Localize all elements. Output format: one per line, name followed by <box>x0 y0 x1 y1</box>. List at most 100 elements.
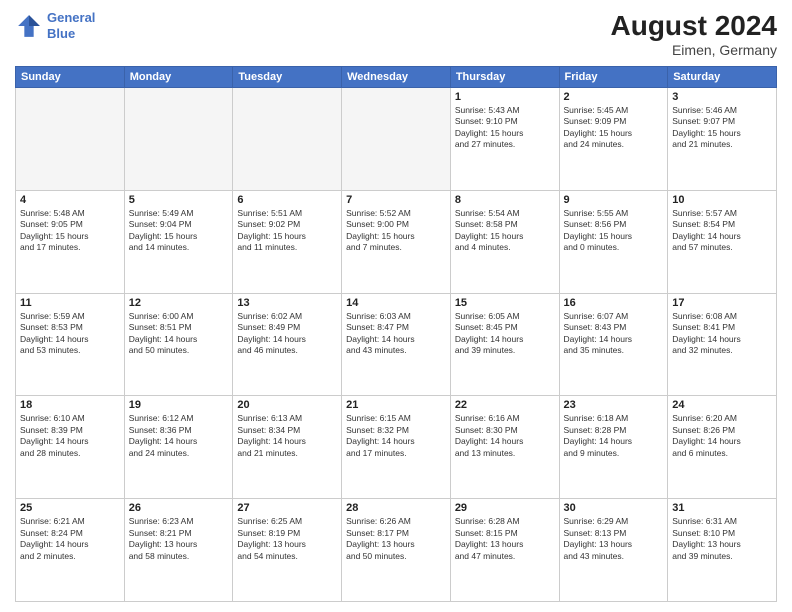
day-number: 16 <box>564 297 664 309</box>
calendar-subtitle: Eimen, Germany <box>611 42 778 58</box>
calendar-day: 12Sunrise: 6:00 AM Sunset: 8:51 PM Dayli… <box>124 293 233 396</box>
day-number: 21 <box>346 399 446 411</box>
day-info: Sunrise: 5:54 AM Sunset: 8:58 PM Dayligh… <box>455 208 555 254</box>
calendar-day: 28 Sunrise: 6:26 AM Sunset: 8:17 PM Dayli… <box>342 499 451 602</box>
day-number: 24 <box>672 399 772 411</box>
day-info: Sunrise: 6:13 AM Sunset: 8:34 PM Dayligh… <box>237 413 337 459</box>
calendar-day: 10 Sunrise: 5:57 AM Sunset: 8:54 PM Dayli… <box>668 190 777 293</box>
calendar-day: 5 Sunrise: 5:49 AM Sunset: 9:04 PM Daylig… <box>124 190 233 293</box>
day-info: Sunrise: 6:23 AM Sunset: 8:21 PM Dayligh… <box>129 516 229 562</box>
calendar-day: 27 Sunrise: 6:25 AM Sunset: 8:19 PM Dayli… <box>233 499 342 602</box>
day-number: 28 <box>346 502 446 514</box>
calendar-day: 15 Sunrise: 6:05 AM Sunset: 8:45 PM Dayli… <box>450 293 559 396</box>
calendar-day: 19 Sunrise: 6:12 AM Sunset: 8:36 PM Dayli… <box>124 396 233 499</box>
day-info: Sunrise: 6:15 AM Sunset: 8:32 PM Dayligh… <box>346 413 446 459</box>
calendar-day: 16 Sunrise: 6:07 AM Sunset: 8:43 PM Dayli… <box>559 293 668 396</box>
calendar-day: 3 Sunrise: 5:46 AM Sunset: 9:07 PM Daylig… <box>668 88 777 191</box>
day-number: 5 <box>129 194 229 206</box>
day-info: Sunrise: 6:21 AM Sunset: 8:24 PM Dayligh… <box>20 516 120 562</box>
day-number: 18 <box>20 399 120 411</box>
day-number: 10 <box>672 194 772 206</box>
calendar-week-4: 18 Sunrise: 6:10 AM Sunset: 8:39 PM Dayli… <box>16 396 777 499</box>
day-number: 22 <box>455 399 555 411</box>
col-sunday: Sunday <box>16 67 125 88</box>
day-number: 4 <box>20 194 120 206</box>
day-number: 30 <box>564 502 664 514</box>
col-saturday: Saturday <box>668 67 777 88</box>
calendar-day: 6Sunrise: 5:51 AM Sunset: 9:02 PM Daylig… <box>233 190 342 293</box>
day-info: Sunrise: 5:52 AM Sunset: 9:00 PM Dayligh… <box>346 208 446 254</box>
logo-text: General Blue <box>47 10 95 41</box>
calendar-day: 11 Sunrise: 5:59 AM Sunset: 8:53 PM Dayli… <box>16 293 125 396</box>
calendar-day: 22 Sunrise: 6:16 AM Sunset: 8:30 PM Dayli… <box>450 396 559 499</box>
day-info: Sunrise: 6:02 AM Sunset: 8:49 PM Dayligh… <box>237 311 337 357</box>
day-info: Sunrise: 6:12 AM Sunset: 8:36 PM Dayligh… <box>129 413 229 459</box>
day-info: Sunrise: 5:46 AM Sunset: 9:07 PM Dayligh… <box>672 105 772 151</box>
day-info: Sunrise: 5:57 AM Sunset: 8:54 PM Dayligh… <box>672 208 772 254</box>
day-info: Sunrise: 6:18 AM Sunset: 8:28 PM Dayligh… <box>564 413 664 459</box>
calendar-day: 24 Sunrise: 6:20 AM Sunset: 8:26 PM Dayli… <box>668 396 777 499</box>
day-number: 8 <box>455 194 555 206</box>
col-wednesday: Wednesday <box>342 67 451 88</box>
calendar-day: 13 Sunrise: 6:02 AM Sunset: 8:49 PM Dayli… <box>233 293 342 396</box>
day-number: 20 <box>237 399 337 411</box>
day-info: Sunrise: 5:55 AM Sunset: 8:56 PM Dayligh… <box>564 208 664 254</box>
day-info: Sunrise: 6:25 AM Sunset: 8:19 PM Dayligh… <box>237 516 337 562</box>
day-number: 23 <box>564 399 664 411</box>
day-number: 27 <box>237 502 337 514</box>
day-info: Sunrise: 5:59 AM Sunset: 8:53 PM Dayligh… <box>20 311 120 357</box>
calendar-day <box>16 88 125 191</box>
day-number: 17 <box>672 297 772 309</box>
day-number: 3 <box>672 91 772 103</box>
day-info: Sunrise: 6:08 AM Sunset: 8:41 PM Dayligh… <box>672 311 772 357</box>
day-number: 6 <box>237 194 337 206</box>
day-number: 2 <box>564 91 664 103</box>
col-friday: Friday <box>559 67 668 88</box>
calendar-day: 18 Sunrise: 6:10 AM Sunset: 8:39 PM Dayli… <box>16 396 125 499</box>
day-number: 11 <box>20 297 120 309</box>
calendar-day: 14Sunrise: 6:03 AM Sunset: 8:47 PM Dayli… <box>342 293 451 396</box>
day-info: Sunrise: 5:49 AM Sunset: 9:04 PM Dayligh… <box>129 208 229 254</box>
calendar-day <box>233 88 342 191</box>
day-info: Sunrise: 6:29 AM Sunset: 8:13 PM Dayligh… <box>564 516 664 562</box>
day-number: 13 <box>237 297 337 309</box>
day-info: Sunrise: 6:16 AM Sunset: 8:30 PM Dayligh… <box>455 413 555 459</box>
calendar-day: 20 Sunrise: 6:13 AM Sunset: 8:34 PM Dayli… <box>233 396 342 499</box>
day-info: Sunrise: 6:20 AM Sunset: 8:26 PM Dayligh… <box>672 413 772 459</box>
day-number: 29 <box>455 502 555 514</box>
day-info: Sunrise: 5:45 AM Sunset: 9:09 PM Dayligh… <box>564 105 664 151</box>
calendar-day: 7 Sunrise: 5:52 AM Sunset: 9:00 PM Daylig… <box>342 190 451 293</box>
day-number: 31 <box>672 502 772 514</box>
calendar-day: 26 Sunrise: 6:23 AM Sunset: 8:21 PM Dayli… <box>124 499 233 602</box>
calendar-week-3: 11 Sunrise: 5:59 AM Sunset: 8:53 PM Dayli… <box>16 293 777 396</box>
col-thursday: Thursday <box>450 67 559 88</box>
logo-line1: General <box>47 10 95 25</box>
calendar-day: 2 Sunrise: 5:45 AM Sunset: 9:09 PM Daylig… <box>559 88 668 191</box>
calendar-day <box>124 88 233 191</box>
calendar-day: 17 Sunrise: 6:08 AM Sunset: 8:41 PM Dayli… <box>668 293 777 396</box>
day-number: 15 <box>455 297 555 309</box>
calendar-day: 9Sunrise: 5:55 AM Sunset: 8:56 PM Daylig… <box>559 190 668 293</box>
day-info: Sunrise: 6:10 AM Sunset: 8:39 PM Dayligh… <box>20 413 120 459</box>
calendar-day: 25Sunrise: 6:21 AM Sunset: 8:24 PM Dayli… <box>16 499 125 602</box>
day-number: 12 <box>129 297 229 309</box>
calendar-week-1: 1Sunrise: 5:43 AM Sunset: 9:10 PM Daylig… <box>16 88 777 191</box>
calendar-day: 1Sunrise: 5:43 AM Sunset: 9:10 PM Daylig… <box>450 88 559 191</box>
logo: General Blue <box>15 10 95 41</box>
day-number: 26 <box>129 502 229 514</box>
calendar-day: 23 Sunrise: 6:18 AM Sunset: 8:28 PM Dayli… <box>559 396 668 499</box>
day-info: Sunrise: 6:05 AM Sunset: 8:45 PM Dayligh… <box>455 311 555 357</box>
day-info: Sunrise: 6:31 AM Sunset: 8:10 PM Dayligh… <box>672 516 772 562</box>
calendar-week-2: 4Sunrise: 5:48 AM Sunset: 9:05 PM Daylig… <box>16 190 777 293</box>
day-number: 19 <box>129 399 229 411</box>
calendar-table: Sunday Monday Tuesday Wednesday Thursday… <box>15 66 777 602</box>
calendar-title: August 2024 <box>611 10 778 42</box>
calendar-day: 30 Sunrise: 6:29 AM Sunset: 8:13 PM Dayli… <box>559 499 668 602</box>
day-number: 7 <box>346 194 446 206</box>
calendar-day: 4Sunrise: 5:48 AM Sunset: 9:05 PM Daylig… <box>16 190 125 293</box>
day-info: Sunrise: 6:03 AM Sunset: 8:47 PM Dayligh… <box>346 311 446 357</box>
calendar-day: 29Sunrise: 6:28 AM Sunset: 8:15 PM Dayli… <box>450 499 559 602</box>
title-block: August 2024 Eimen, Germany <box>611 10 778 58</box>
day-info: Sunrise: 6:26 AM Sunset: 8:17 PM Dayligh… <box>346 516 446 562</box>
day-info: Sunrise: 6:07 AM Sunset: 8:43 PM Dayligh… <box>564 311 664 357</box>
